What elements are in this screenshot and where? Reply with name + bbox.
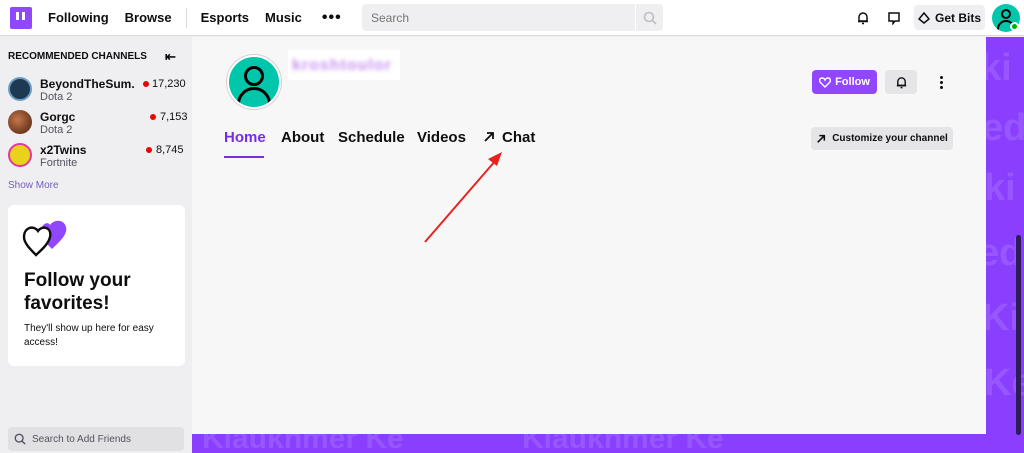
search-bar xyxy=(362,4,663,31)
channel-name: Gorgc xyxy=(40,110,76,124)
channel-main-area xyxy=(192,37,986,434)
banner-watermark: Kiaukhmer Ke xyxy=(522,434,724,453)
friends-search-field[interactable]: Search to Add Friends xyxy=(8,427,184,451)
hearts-icon xyxy=(22,220,67,257)
viewer-count: 8,745 xyxy=(156,144,184,156)
nav-esports[interactable]: Esports xyxy=(201,10,251,25)
page-scrollbar[interactable] xyxy=(1016,235,1021,435)
external-link-arrow-icon xyxy=(484,132,494,142)
sidebar-channel-beyondthesummit[interactable]: BeyondTheSum... Dota 2 17,230 xyxy=(8,75,188,105)
channel-avatar xyxy=(8,143,32,167)
banner-watermark: ki xyxy=(986,47,1012,89)
user-head-shape xyxy=(1001,9,1011,19)
search-button[interactable] xyxy=(635,4,663,31)
channel-name: x2Twins xyxy=(40,143,87,157)
message-icon xyxy=(888,12,900,25)
customize-channel-label: Customize your channel xyxy=(832,133,948,144)
viewer-count: 7,153 xyxy=(160,111,188,123)
nav-browse[interactable]: Browse xyxy=(125,10,174,25)
show-more-link[interactable]: Show More xyxy=(8,180,59,191)
profile-body-shape xyxy=(237,87,271,107)
sidebar: RECOMMENDED CHANNELS ⇤ BeyondTheSum... D… xyxy=(0,37,192,453)
follow-button[interactable]: Follow xyxy=(812,70,877,94)
channel-name: BeyondTheSum... xyxy=(40,77,135,91)
nav-divider xyxy=(185,7,187,28)
channel-avatar xyxy=(8,110,32,134)
nav-following[interactable]: Following xyxy=(48,10,111,25)
banner-watermark: Ki xyxy=(986,297,1020,339)
follow-promo-card: Follow your favorites! They'll show up h… xyxy=(8,205,185,366)
tab-chat[interactable]: Chat xyxy=(502,129,535,146)
channel-game: Fortnite xyxy=(40,157,78,169)
banner-watermark: ed xyxy=(986,107,1024,149)
bell-icon xyxy=(858,12,868,25)
channel-display-name-text: kroshtoulor xyxy=(292,57,392,74)
collapse-sidebar-icon[interactable]: ⇤ xyxy=(165,49,176,65)
online-status-dot xyxy=(1010,22,1019,31)
live-indicator xyxy=(150,114,156,120)
tab-home[interactable]: Home xyxy=(224,129,266,146)
channel-avatar xyxy=(8,77,32,101)
channel-display-name: kroshtoulor xyxy=(288,50,400,80)
search-input[interactable] xyxy=(362,4,635,31)
notifications-button[interactable] xyxy=(853,8,873,28)
channel-game: Dota 2 xyxy=(40,124,73,136)
profile-head-shape xyxy=(244,66,264,86)
tab-schedule[interactable]: Schedule xyxy=(338,129,405,146)
sidebar-channel-x2twins[interactable]: x2Twins Fortnite 8,745 xyxy=(8,141,188,171)
live-indicator xyxy=(146,147,152,153)
nav-music[interactable]: Music xyxy=(265,10,304,25)
get-bits-button[interactable]: Get Bits xyxy=(914,5,985,30)
live-indicator xyxy=(143,81,149,87)
channel-game: Dota 2 xyxy=(40,91,73,103)
twitch-logo-icon[interactable] xyxy=(10,6,32,29)
channel-banner-bottom: Kiaukhmer Ke Kiaukhmer Ke xyxy=(192,434,986,453)
whispers-button[interactable] xyxy=(884,8,904,28)
search-icon xyxy=(14,433,26,445)
sidebar-channel-gorgc[interactable]: Gorgc Dota 2 7,153 xyxy=(8,108,188,138)
follow-label: Follow xyxy=(835,76,870,88)
search-icon xyxy=(643,11,657,25)
tab-videos[interactable]: Videos xyxy=(417,129,466,146)
friends-search-placeholder: Search to Add Friends xyxy=(32,433,131,445)
more-options-icon[interactable] xyxy=(934,72,948,92)
banner-watermark: Kiaukhmer Ke xyxy=(202,434,404,453)
get-bits-label: Get Bits xyxy=(934,10,981,25)
heart-icon xyxy=(819,76,832,88)
viewer-count: 17,230 xyxy=(152,78,186,90)
recommended-channels-title: RECOMMENDED CHANNELS xyxy=(8,51,147,62)
external-link-arrow-icon xyxy=(817,134,826,143)
channel-notifications-button[interactable] xyxy=(885,70,917,94)
banner-watermark: ki xyxy=(986,167,1016,209)
promo-title: Follow your favorites! xyxy=(24,270,131,314)
active-tab-indicator xyxy=(224,156,264,158)
customize-channel-button[interactable]: Customize your channel xyxy=(811,127,953,150)
nav-more-icon[interactable]: ••• xyxy=(322,9,342,27)
promo-text: They'll show up here for easy access! xyxy=(24,323,154,348)
bell-icon xyxy=(896,76,906,88)
channel-profile-avatar[interactable] xyxy=(227,55,281,109)
tab-about[interactable]: About xyxy=(281,129,324,146)
bits-gem-icon xyxy=(917,11,930,24)
